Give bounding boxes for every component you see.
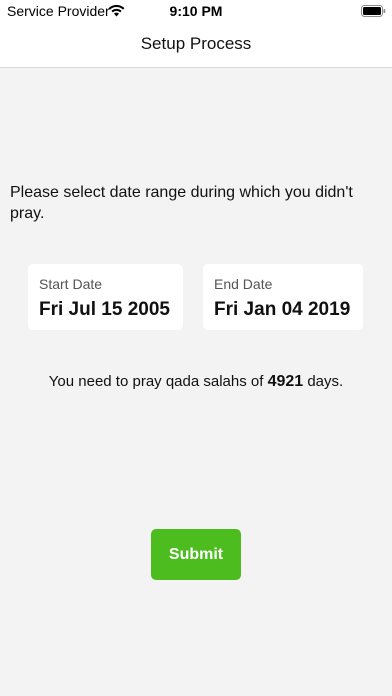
qada-days-count: 4921: [267, 373, 304, 390]
end-date-value: Fri Jan 04 2019: [214, 299, 351, 320]
status-time: 9:10 PM: [169, 3, 223, 19]
page-title: Setup Process: [140, 34, 252, 53]
status-bar: Service Provider 9:10 PM: [0, 0, 392, 22]
start-date-label: Start Date: [39, 276, 103, 292]
start-date-value: Fri Jul 15 2005: [39, 299, 170, 320]
end-date-label: End Date: [214, 276, 273, 292]
screen: Service Provider 9:10 PM Setup Process P…: [0, 0, 392, 696]
instruction-text: Please select date range during which yo…: [10, 184, 353, 222]
qada-days-summary: You need to pray qada salahs of 4921 day…: [0, 373, 392, 391]
start-date-picker[interactable]: Start Date Fri Jul 15 2005: [28, 264, 183, 330]
submit-button[interactable]: Submit: [151, 529, 241, 580]
end-date-picker[interactable]: End Date Fri Jan 04 2019: [203, 264, 363, 330]
nav-bar: Setup Process: [0, 22, 392, 68]
summary-prefix: You need to pray qada salahs of: [48, 373, 268, 390]
summary-suffix: days.: [303, 373, 344, 390]
battery-icon: [361, 5, 386, 17]
